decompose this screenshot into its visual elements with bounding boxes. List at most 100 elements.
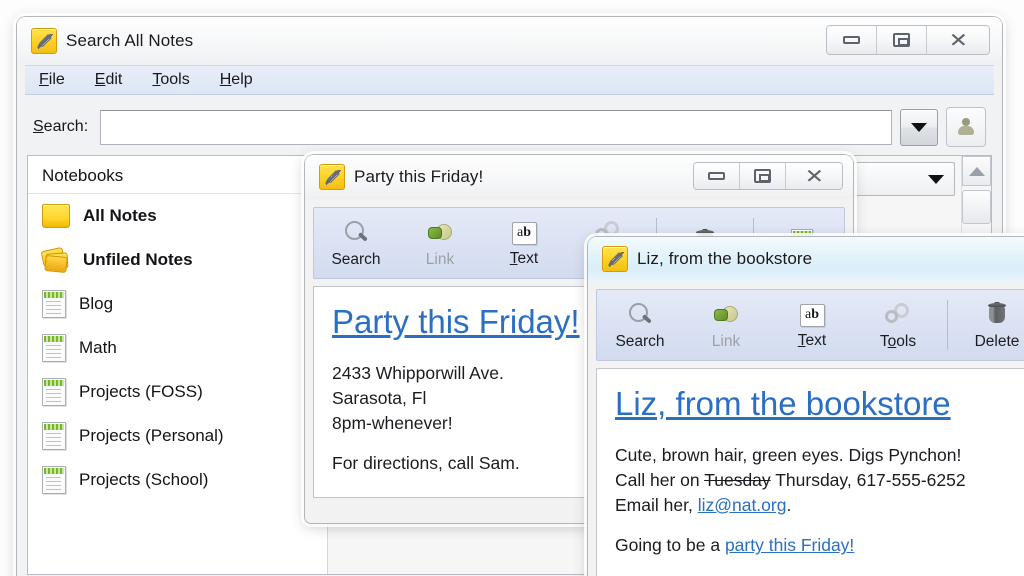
note-text: Going to be a xyxy=(615,535,725,555)
sidebar-item-projects-foss[interactable]: Projects (FOSS) xyxy=(28,370,327,414)
toolbar-label: Link xyxy=(712,333,740,351)
sidebar-item-projects-school[interactable]: Projects (School) xyxy=(28,458,327,502)
note-text: Thursday, 617-555-6252 xyxy=(771,470,966,490)
maximize-button[interactable] xyxy=(877,26,927,54)
trash-icon xyxy=(984,302,1010,328)
minimize-button[interactable] xyxy=(827,26,877,54)
email-link[interactable]: liz@nat.org xyxy=(698,495,787,515)
struck-text: Tuesday xyxy=(704,470,770,490)
close-icon: ✕ xyxy=(804,166,823,186)
sidebar-item-projects-personal[interactable]: Projects (Personal) xyxy=(28,414,327,458)
sidebar-item-label: Blog xyxy=(79,294,113,314)
note-line: Call her on Tuesday Thursday, 617-555-62… xyxy=(615,468,1024,493)
toolbar-label: Delete xyxy=(975,333,1020,351)
liz-note-title: Liz, from the bookstore xyxy=(615,385,1024,423)
toolbar-search-button[interactable]: Search xyxy=(597,290,683,360)
toolbar-search-button[interactable]: Search xyxy=(314,208,398,278)
pencil-glyph xyxy=(324,169,341,186)
main-window-title: Search All Notes xyxy=(66,31,193,51)
main-window-controls: ✕ xyxy=(826,25,990,55)
desktop: Search All Notes ✕ File Edit Tools Help xyxy=(0,0,1024,576)
sidebar-item-label: Projects (FOSS) xyxy=(79,382,203,402)
sidebar-item-blog[interactable]: Blog xyxy=(28,282,327,326)
sidebar-item-label: Unfiled Notes xyxy=(83,250,193,270)
maximize-button[interactable] xyxy=(740,163,786,189)
scroll-up-arrow-icon xyxy=(969,167,985,176)
toolbar-label: Search xyxy=(331,251,380,269)
note-line: Going to be a party this Friday! xyxy=(615,533,1024,558)
party-window-title: Party this Friday! xyxy=(354,167,483,187)
search-history-dropdown-button[interactable] xyxy=(900,109,938,146)
main-titlebar[interactable]: Search All Notes ✕ xyxy=(17,17,1002,65)
menu-help[interactable]: Help xyxy=(220,71,253,89)
note-icon xyxy=(42,466,66,494)
scrollbar-thumb[interactable] xyxy=(962,190,991,224)
chevron-down-icon xyxy=(928,175,944,184)
text-ab-icon: ab xyxy=(800,304,825,327)
link-icon xyxy=(713,302,739,328)
notebooks-sidebar: Notebooks All Notes Unfiled Notes Blog xyxy=(28,156,328,574)
close-button[interactable]: ✕ xyxy=(927,26,989,54)
toolbar-separator xyxy=(947,300,948,350)
pencil-glyph xyxy=(36,33,53,50)
party-titlebar[interactable]: Party this Friday! ✕ xyxy=(305,155,853,199)
text-ab-icon: ab xyxy=(512,222,537,245)
note-pencil-icon xyxy=(319,164,345,190)
toolbar-label: Text xyxy=(798,332,826,350)
minimize-icon xyxy=(708,172,725,180)
search-label: Search: xyxy=(33,118,88,136)
liz-note-window: Liz, from the bookstore Search Link ab T… xyxy=(588,237,1024,576)
minimize-button[interactable] xyxy=(694,163,740,189)
pencil-glyph xyxy=(607,251,624,268)
toolbar-text-button[interactable]: ab Text xyxy=(482,208,566,278)
liz-window-title: Liz, from the bookstore xyxy=(637,249,812,269)
note-line: Cute, brown hair, green eyes. Digs Pynch… xyxy=(615,443,1024,468)
note-text: . xyxy=(786,495,791,515)
toolbar-text-button[interactable]: ab Text xyxy=(769,290,855,360)
toolbar-label: Text xyxy=(510,250,538,268)
notebooks-header: Notebooks xyxy=(28,158,327,194)
note-line: Email her, liz@nat.org. xyxy=(615,493,1024,518)
toolbar-label: Link xyxy=(426,251,454,269)
magnifier-icon xyxy=(627,302,653,328)
sidebar-item-label: Projects (Personal) xyxy=(79,426,224,446)
toolbar-link-button[interactable]: Link xyxy=(683,290,769,360)
search-input[interactable] xyxy=(100,110,892,145)
link-icon xyxy=(427,220,453,246)
magnifier-icon xyxy=(343,220,369,246)
note-text: Email her, xyxy=(615,495,698,515)
menu-edit[interactable]: Edit xyxy=(95,71,123,89)
note-blank-line xyxy=(615,517,1024,533)
toolbar-link-button[interactable]: Link xyxy=(398,208,482,278)
liz-note-body[interactable]: Liz, from the bookstore Cute, brown hair… xyxy=(596,368,1024,576)
note-pencil-icon xyxy=(31,28,57,54)
maximize-icon xyxy=(754,169,771,183)
liz-titlebar[interactable]: Liz, from the bookstore xyxy=(588,237,1024,281)
unfiled-notes-icon xyxy=(42,248,70,272)
liz-toolbar: Search Link ab Text Tools Delete xyxy=(596,289,1024,361)
person-button[interactable] xyxy=(946,107,986,147)
party-note-link[interactable]: party this Friday! xyxy=(725,535,854,555)
sidebar-item-math[interactable]: Math xyxy=(28,326,327,370)
sidebar-item-unfiled-notes[interactable]: Unfiled Notes xyxy=(28,238,327,282)
scroll-up-button[interactable] xyxy=(962,156,991,186)
toolbar-tools-button[interactable]: Tools xyxy=(855,290,941,360)
toolbar-label: Search xyxy=(615,333,664,351)
close-button[interactable]: ✕ xyxy=(786,163,842,189)
menu-file[interactable]: File xyxy=(39,71,65,89)
person-icon xyxy=(956,117,976,137)
toolbar-label: Tools xyxy=(880,333,916,351)
gears-icon xyxy=(885,302,911,328)
sidebar-item-label: Projects (School) xyxy=(79,470,208,490)
search-row: Search: xyxy=(27,105,992,149)
menubar: File Edit Tools Help xyxy=(25,65,994,95)
toolbar-delete-button[interactable]: Delete xyxy=(954,290,1024,360)
menu-tools[interactable]: Tools xyxy=(152,71,189,89)
note-icon xyxy=(42,422,66,450)
notebook-yellow-icon xyxy=(42,204,70,228)
minimize-icon xyxy=(843,36,860,44)
sidebar-item-label: Math xyxy=(79,338,117,358)
sidebar-item-all-notes[interactable]: All Notes xyxy=(28,194,327,238)
note-text: Call her on xyxy=(615,470,704,490)
note-icon xyxy=(42,334,66,362)
